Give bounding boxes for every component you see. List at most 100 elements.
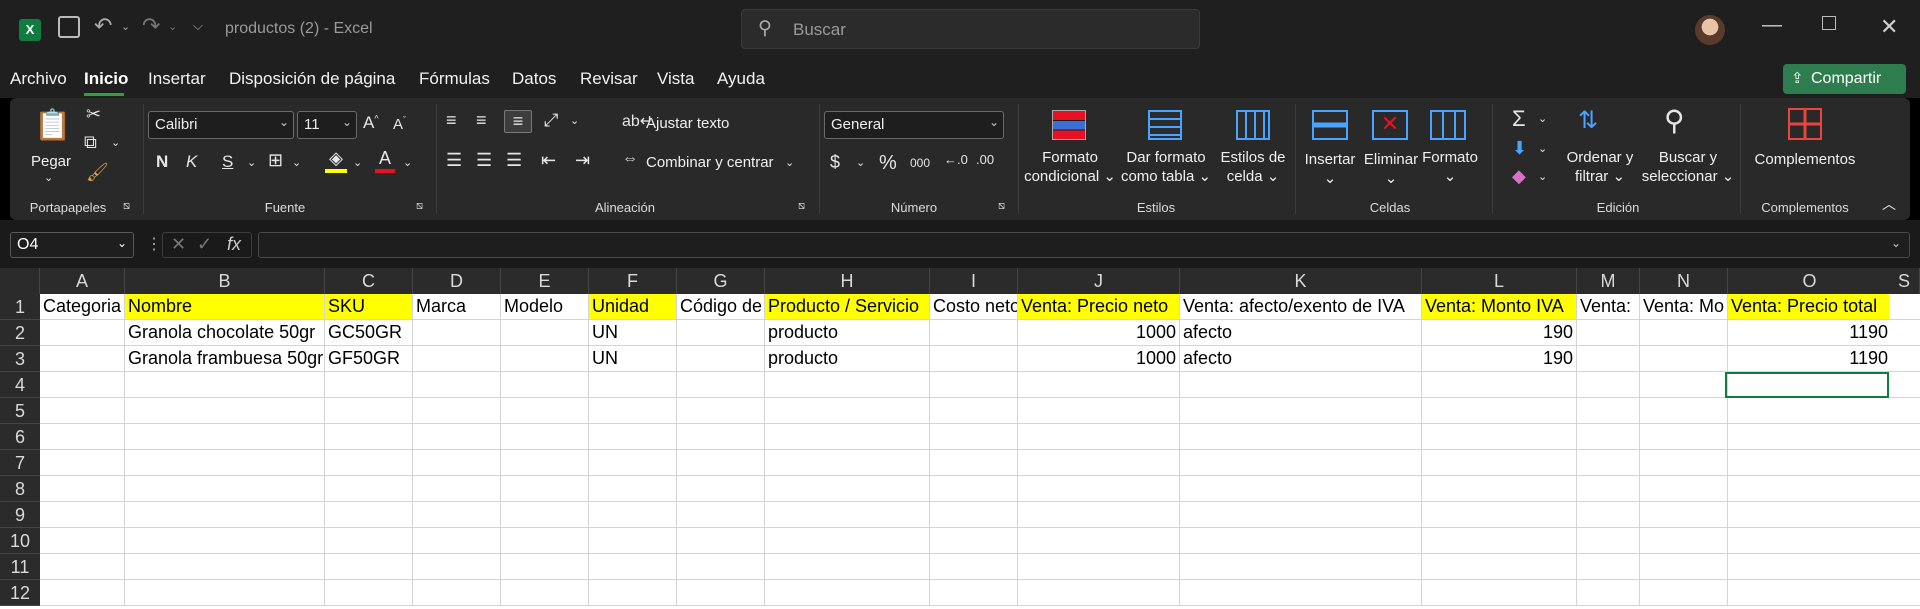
row-header-2[interactable]: 2 bbox=[0, 320, 40, 346]
menu-revisar[interactable]: Revisar bbox=[580, 69, 638, 89]
cell-I5[interactable] bbox=[930, 398, 1018, 424]
number-format-select[interactable]: General ⌄ bbox=[824, 111, 1004, 139]
cell-C12[interactable] bbox=[325, 580, 413, 606]
dialog-launcher-icon[interactable]: ⧅ bbox=[416, 200, 423, 213]
cell-K9[interactable] bbox=[1180, 502, 1422, 528]
cell-G8[interactable] bbox=[677, 476, 765, 502]
cell-J11[interactable] bbox=[1018, 554, 1180, 580]
cell-E1[interactable]: Modelo bbox=[501, 294, 589, 320]
cell-I12[interactable] bbox=[930, 580, 1018, 606]
cell-K1[interactable]: Venta: afecto/exento de IVA bbox=[1180, 294, 1422, 320]
column-header-M[interactable]: M bbox=[1577, 268, 1640, 294]
menu-formulas[interactable]: Fórmulas bbox=[419, 69, 490, 89]
minimize-icon[interactable]: — bbox=[1762, 14, 1782, 37]
cell-O10[interactable] bbox=[1728, 528, 1892, 554]
column-header-O[interactable]: O bbox=[1728, 268, 1892, 294]
align-center-icon[interactable]: ☰ bbox=[476, 150, 492, 171]
cell-D10[interactable] bbox=[413, 528, 501, 554]
cell-O3[interactable]: 1190 bbox=[1728, 346, 1892, 372]
cell-I6[interactable] bbox=[930, 424, 1018, 450]
merge-center-button[interactable]: Combinar y centrar bbox=[646, 153, 774, 172]
cell-D3[interactable] bbox=[413, 346, 501, 372]
cell-L11[interactable] bbox=[1422, 554, 1577, 580]
cell-B2[interactable]: Granola chocolate 50gr bbox=[125, 320, 325, 346]
cell-A10[interactable] bbox=[40, 528, 125, 554]
column-header-N[interactable]: N bbox=[1640, 268, 1728, 294]
cell-J12[interactable] bbox=[1018, 580, 1180, 606]
cell-E12[interactable] bbox=[501, 580, 589, 606]
align-right-icon[interactable]: ☰ bbox=[506, 150, 522, 171]
cell-M2[interactable] bbox=[1577, 320, 1640, 346]
menu-datos[interactable]: Datos bbox=[512, 69, 556, 89]
fill-color-dropdown-icon[interactable]: ⌄ bbox=[353, 156, 362, 169]
cell-L6[interactable] bbox=[1422, 424, 1577, 450]
cell-D12[interactable] bbox=[413, 580, 501, 606]
cell-N7[interactable] bbox=[1640, 450, 1728, 476]
cell-I2[interactable] bbox=[930, 320, 1018, 346]
row-header-3[interactable]: 3 bbox=[0, 346, 40, 372]
row-header-9[interactable]: 9 bbox=[0, 502, 40, 528]
enter-icon[interactable]: ✓ bbox=[197, 234, 212, 255]
row-header-12[interactable]: 12 bbox=[0, 580, 40, 606]
cell-F12[interactable] bbox=[589, 580, 677, 606]
restore-icon[interactable] bbox=[1822, 16, 1836, 30]
redo-dropdown-icon[interactable]: ⌄ bbox=[168, 20, 177, 33]
cell-G4[interactable] bbox=[677, 372, 765, 398]
copy-dropdown-icon[interactable]: ⌄ bbox=[111, 136, 120, 149]
user-avatar[interactable] bbox=[1695, 15, 1725, 45]
cell-E5[interactable] bbox=[501, 398, 589, 424]
wrap-text-button[interactable]: Ajustar texto bbox=[646, 114, 729, 133]
cell-F9[interactable] bbox=[589, 502, 677, 528]
cell-J2[interactable]: 1000 bbox=[1018, 320, 1180, 346]
cell-O8[interactable] bbox=[1728, 476, 1892, 502]
font-color-icon[interactable]: A bbox=[375, 148, 395, 173]
cell-G5[interactable] bbox=[677, 398, 765, 424]
cell-K10[interactable] bbox=[1180, 528, 1422, 554]
column-header-C[interactable]: C bbox=[325, 268, 413, 294]
format-as-table-button[interactable]: Dar formato como tabla ⌄ bbox=[1120, 148, 1212, 186]
redo-icon[interactable]: ↷ bbox=[142, 13, 160, 39]
menu-vista[interactable]: Vista bbox=[657, 69, 695, 89]
cell-E6[interactable] bbox=[501, 424, 589, 450]
expand-formula-icon[interactable]: ⌄ bbox=[1891, 236, 1901, 250]
cell-B3[interactable]: Granola frambuesa 50gr bbox=[125, 346, 325, 372]
dialog-launcher-icon[interactable]: ⧅ bbox=[123, 200, 130, 213]
cell-K12[interactable] bbox=[1180, 580, 1422, 606]
cell-D2[interactable] bbox=[413, 320, 501, 346]
format-painter-icon[interactable]: 🖌 bbox=[86, 162, 109, 183]
search-box[interactable]: ⚲ Buscar bbox=[741, 9, 1200, 49]
percent-icon[interactable]: % bbox=[879, 152, 897, 175]
borders-icon[interactable]: ⊞ bbox=[268, 150, 283, 171]
cell-I8[interactable] bbox=[930, 476, 1018, 502]
cell-E2[interactable] bbox=[501, 320, 589, 346]
cell-J4[interactable] bbox=[1018, 372, 1180, 398]
cell-K11[interactable] bbox=[1180, 554, 1422, 580]
cell-M9[interactable] bbox=[1577, 502, 1640, 528]
delete-cells-icon[interactable]: ✕ bbox=[1372, 110, 1408, 140]
cell-J7[interactable] bbox=[1018, 450, 1180, 476]
insert-function-icon[interactable]: fx bbox=[227, 234, 241, 255]
cell-E7[interactable] bbox=[501, 450, 589, 476]
cell-L4[interactable] bbox=[1422, 372, 1577, 398]
increase-indent-icon[interactable]: ⇥ bbox=[575, 150, 590, 171]
cell-L3[interactable]: 190 bbox=[1422, 346, 1577, 372]
column-header-L[interactable]: L bbox=[1422, 268, 1577, 294]
cell-A7[interactable] bbox=[40, 450, 125, 476]
cell-G6[interactable] bbox=[677, 424, 765, 450]
find-select-icon[interactable]: ⚲ bbox=[1664, 104, 1685, 137]
row-header-8[interactable]: 8 bbox=[0, 476, 40, 502]
cell-N11[interactable] bbox=[1640, 554, 1728, 580]
row-header-6[interactable]: 6 bbox=[0, 424, 40, 450]
cell-N9[interactable] bbox=[1640, 502, 1728, 528]
cell-K4[interactable] bbox=[1180, 372, 1422, 398]
cell-E3[interactable] bbox=[501, 346, 589, 372]
cell-H9[interactable] bbox=[765, 502, 930, 528]
font-name-select[interactable]: Calibri ⌄ bbox=[148, 111, 294, 139]
cell-I1[interactable]: Costo neto bbox=[930, 294, 1018, 320]
column-header-E[interactable]: E bbox=[501, 268, 589, 294]
underline-dropdown-icon[interactable]: ⌄ bbox=[247, 156, 256, 169]
autosum-icon[interactable]: Σ bbox=[1512, 106, 1526, 132]
fill-icon[interactable]: ⬇ bbox=[1512, 138, 1527, 159]
cell-J9[interactable] bbox=[1018, 502, 1180, 528]
cell-M4[interactable] bbox=[1577, 372, 1640, 398]
